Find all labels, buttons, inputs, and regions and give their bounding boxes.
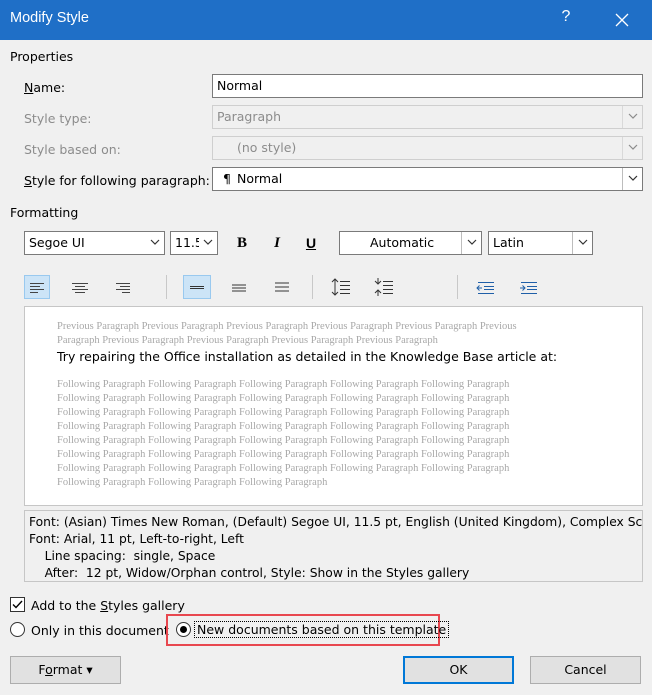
preview-line: Paragraph Previous Paragraph Previous Pa… bbox=[57, 335, 438, 346]
window-title: Modify Style bbox=[10, 10, 89, 26]
font-name-value: Segoe UI bbox=[29, 235, 85, 250]
toolbar-divider bbox=[312, 275, 313, 299]
preview-line: Following Paragraph Following Paragraph … bbox=[57, 449, 510, 460]
following-paragraph-value: Normal bbox=[237, 171, 283, 186]
increase-paragraph-spacing-button[interactable] bbox=[328, 275, 354, 299]
add-to-styles-gallery-label: Add to the Styles gallery bbox=[31, 598, 185, 613]
decrease-indent-icon bbox=[476, 282, 494, 294]
cancel-button[interactable]: Cancel bbox=[530, 656, 641, 684]
single-spacing-button[interactable] bbox=[183, 275, 211, 299]
style-type-dropdown: Paragraph bbox=[212, 105, 643, 129]
style-type-value: Paragraph bbox=[217, 109, 282, 124]
only-in-this-document-radio[interactable] bbox=[10, 622, 25, 637]
pilcrow-icon: ¶ bbox=[223, 171, 231, 186]
one-half-spacing-button[interactable] bbox=[226, 275, 252, 299]
one-half-spacing-icon bbox=[232, 284, 246, 292]
checkmark-icon bbox=[12, 600, 23, 609]
paragraph-spacing-up-icon bbox=[331, 278, 350, 296]
formatting-section-label: Formatting bbox=[10, 205, 79, 220]
increase-indent-icon bbox=[520, 282, 537, 294]
align-right-icon bbox=[116, 283, 130, 293]
chevron-down-icon bbox=[628, 175, 638, 181]
bold-button[interactable]: B bbox=[231, 232, 253, 254]
following-paragraph-label: Style for following paragraph: bbox=[24, 173, 210, 188]
description-line: After: 12 pt, Widow/Orphan control, Styl… bbox=[29, 566, 470, 580]
font-color-dropdown[interactable]: Automatic bbox=[339, 231, 482, 255]
decrease-indent-button[interactable] bbox=[473, 275, 499, 299]
script-value: Latin bbox=[493, 235, 524, 250]
close-button[interactable] bbox=[608, 6, 636, 34]
font-name-dropdown[interactable]: Segoe UI bbox=[24, 231, 165, 255]
dropdown-arrow-icon: ▾ bbox=[86, 662, 93, 677]
preview-line: Following Paragraph Following Paragraph … bbox=[57, 407, 510, 418]
single-spacing-icon bbox=[190, 286, 204, 289]
description-line: Font: Arial, 11 pt, Left-to-right, Left bbox=[29, 532, 244, 546]
style-based-on-value: (no style) bbox=[237, 140, 297, 155]
style-based-on-dropdown: (no style) bbox=[212, 136, 643, 160]
new-documents-label: New documents based on this template bbox=[194, 621, 450, 638]
title-bar: Modify Style ? bbox=[0, 0, 652, 40]
following-paragraph-dropdown[interactable]: ¶ Normal bbox=[212, 167, 643, 191]
format-button[interactable]: Format ▾ bbox=[10, 656, 121, 684]
paragraph-spacing-down-icon bbox=[374, 278, 393, 296]
style-based-on-label: Style based on: bbox=[24, 142, 121, 157]
align-left-icon bbox=[30, 283, 44, 293]
chevron-down-icon bbox=[628, 113, 638, 119]
script-dropdown[interactable]: Latin bbox=[488, 231, 593, 255]
description-line: Font: (Asian) Times New Roman, (Default)… bbox=[29, 515, 643, 529]
style-type-label: Style type: bbox=[24, 111, 92, 126]
chevron-down-icon bbox=[578, 239, 588, 245]
chevron-down-icon bbox=[628, 144, 638, 150]
ok-button[interactable]: OK bbox=[403, 656, 514, 684]
description-line: Line spacing: single, Space bbox=[29, 549, 216, 563]
font-color-value: Automatic bbox=[370, 235, 435, 250]
align-center-button[interactable] bbox=[67, 275, 93, 299]
decrease-paragraph-spacing-button[interactable] bbox=[371, 275, 397, 299]
style-preview: Previous Paragraph Previous Paragraph Pr… bbox=[24, 306, 643, 506]
toolbar-divider bbox=[457, 275, 458, 299]
italic-button[interactable]: I bbox=[266, 232, 288, 254]
sample-paragraph-text: Try repairing the Office installation as… bbox=[57, 349, 558, 364]
close-icon bbox=[615, 13, 629, 27]
help-button[interactable]: ? bbox=[556, 8, 576, 26]
properties-section-label: Properties bbox=[10, 49, 74, 64]
preview-line: Following Paragraph Following Paragraph … bbox=[57, 393, 510, 404]
following-paragraph-text: Following Paragraph Following Paragraph … bbox=[57, 378, 637, 490]
align-center-icon bbox=[72, 283, 88, 293]
toolbar-divider bbox=[166, 275, 167, 299]
preview-line: Following Paragraph Following Paragraph … bbox=[57, 463, 510, 474]
preview-line: Following Paragraph Following Paragraph … bbox=[57, 435, 510, 446]
previous-paragraph-text: Previous Paragraph Previous Paragraph Pr… bbox=[57, 320, 637, 348]
new-documents-radio[interactable] bbox=[176, 622, 191, 637]
double-spacing-icon bbox=[275, 282, 289, 292]
chevron-down-icon bbox=[203, 239, 213, 245]
chevron-down-icon bbox=[467, 239, 477, 245]
radio-selected-dot bbox=[180, 626, 187, 633]
align-left-button[interactable] bbox=[24, 275, 50, 299]
style-description[interactable]: Font: (Asian) Times New Roman, (Default)… bbox=[24, 510, 643, 582]
preview-line: Following Paragraph Following Paragraph … bbox=[57, 477, 328, 488]
preview-line: Previous Paragraph Previous Paragraph Pr… bbox=[57, 321, 517, 332]
preview-line: Following Paragraph Following Paragraph … bbox=[57, 421, 510, 432]
align-right-button[interactable] bbox=[110, 275, 136, 299]
name-label: Name: bbox=[24, 80, 66, 95]
name-field[interactable]: Normal bbox=[212, 74, 643, 98]
chevron-down-icon bbox=[150, 239, 160, 245]
add-to-styles-gallery-checkbox[interactable] bbox=[10, 597, 25, 612]
increase-indent-button[interactable] bbox=[516, 275, 542, 299]
preview-line: Following Paragraph Following Paragraph … bbox=[57, 379, 510, 390]
font-size-dropdown[interactable]: 11.5 bbox=[170, 231, 218, 255]
underline-button[interactable]: U bbox=[300, 232, 322, 254]
double-spacing-button[interactable] bbox=[269, 275, 295, 299]
only-in-this-document-label: Only in this document bbox=[31, 623, 169, 638]
